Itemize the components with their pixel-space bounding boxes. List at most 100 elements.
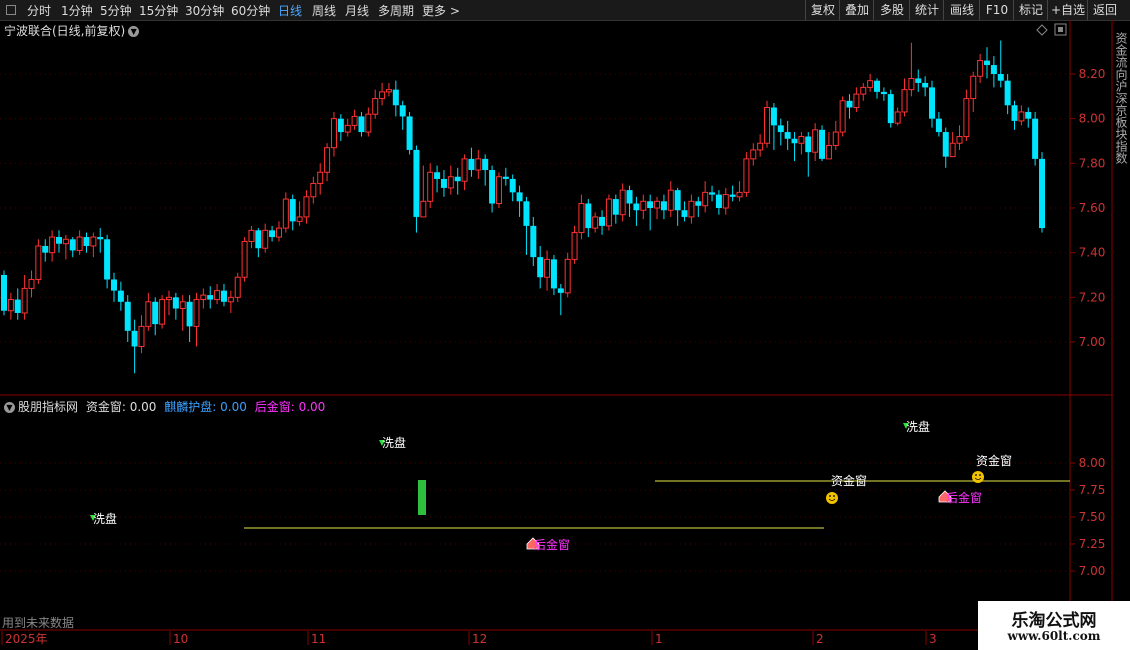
candle-body (880, 91, 887, 95)
candle (97, 228, 104, 253)
candle-body (117, 290, 124, 302)
candle (289, 194, 296, 231)
candle (516, 185, 523, 217)
candle-body (1032, 118, 1039, 159)
candle-body (392, 89, 399, 106)
price-label: 7.60 (1079, 201, 1106, 215)
date-label: 11 (311, 632, 326, 646)
candle (757, 134, 764, 157)
indicator-axis: 8.00 7.75 7.50 7.25 7.00 (1070, 456, 1105, 578)
candle-body (853, 93, 860, 108)
candle (447, 165, 454, 195)
candle-body (145, 301, 152, 327)
candle (874, 78, 881, 99)
candle (640, 194, 647, 220)
candle (434, 165, 441, 193)
candle-body (165, 296, 172, 301)
candle-body (234, 276, 241, 298)
annotation-xipan-2: 洗盘 (379, 435, 406, 450)
candle-body (62, 238, 69, 245)
candle-body (942, 132, 949, 157)
candle-body (214, 290, 221, 301)
candle (303, 190, 310, 224)
candle-body (179, 301, 186, 309)
annotation-label: 洗盘 (382, 435, 406, 450)
candle (35, 239, 42, 284)
candle-body (200, 294, 207, 301)
candle-body (289, 199, 296, 222)
candle-body (949, 142, 956, 158)
right-sidebar-text[interactable]: 资金流向沪深京板块指数 (1114, 32, 1128, 165)
candle-body (365, 113, 372, 133)
annotation-xipan-3: 洗盘 (903, 419, 930, 434)
candle (1018, 105, 1025, 126)
candle (1032, 111, 1039, 166)
candle-body (619, 189, 626, 216)
smiley-eye (975, 474, 977, 476)
candle-body (564, 258, 571, 294)
candle (117, 281, 124, 311)
candle (152, 297, 159, 336)
candle (819, 125, 826, 162)
annotation-label: 后金窗 (534, 537, 570, 552)
candle-body (14, 299, 21, 313)
candle (901, 78, 908, 117)
candle (502, 167, 509, 186)
candle (28, 270, 35, 298)
candle-body (28, 278, 35, 289)
chart-canvas[interactable]: 8.20 8.00 7.80 7.60 7.40 7.20 7.00 8.00 7.75 7.5… (0, 0, 1130, 650)
candle-body (935, 118, 942, 133)
candle (846, 94, 853, 119)
indicator-label: 7.00 (1079, 564, 1106, 578)
candle (138, 315, 145, 354)
candle-body (791, 138, 798, 144)
candle-body (358, 116, 365, 133)
candle (186, 295, 193, 342)
candle-body (330, 118, 337, 149)
candle-body (764, 107, 771, 144)
qilin-bar (418, 480, 426, 515)
candle-body (715, 194, 722, 208)
candle-body (592, 216, 599, 229)
candle-body (647, 201, 654, 208)
annotation-label: 资金窗 (831, 473, 867, 488)
candle-body (317, 171, 324, 184)
candle-body (709, 192, 716, 195)
candle-body (1025, 111, 1032, 119)
candle (317, 163, 324, 195)
candle-body (248, 229, 255, 242)
diamond-icon[interactable] (1036, 24, 1048, 36)
candle (69, 237, 76, 258)
candle (557, 283, 564, 316)
candle-body (660, 201, 667, 211)
candle-body (688, 200, 695, 218)
candle-body (674, 190, 681, 211)
candle (674, 187, 681, 226)
candle-body (612, 199, 619, 215)
annotation-xipan-1: 洗盘 (90, 511, 117, 526)
candle-body (997, 74, 1004, 81)
candle (571, 225, 578, 264)
candle-body (49, 236, 56, 254)
candle (791, 132, 798, 162)
candle (585, 199, 592, 238)
candle-body (104, 239, 111, 280)
candle (894, 107, 901, 126)
candle (110, 272, 117, 302)
candle (812, 123, 819, 162)
candle (399, 100, 406, 130)
candle (495, 172, 502, 208)
candle-body (1004, 80, 1011, 106)
candle-body (633, 203, 640, 211)
watermark-url: www.60lt.com (1007, 629, 1101, 643)
candle (104, 234, 111, 289)
candle-body (440, 178, 447, 188)
candle-body (7, 299, 14, 312)
candle-body (963, 98, 970, 138)
candle (420, 165, 427, 218)
candle-body (385, 89, 392, 93)
candle (461, 154, 468, 191)
candle-body (351, 115, 358, 126)
candle-body (461, 158, 468, 182)
candle (915, 69, 922, 92)
